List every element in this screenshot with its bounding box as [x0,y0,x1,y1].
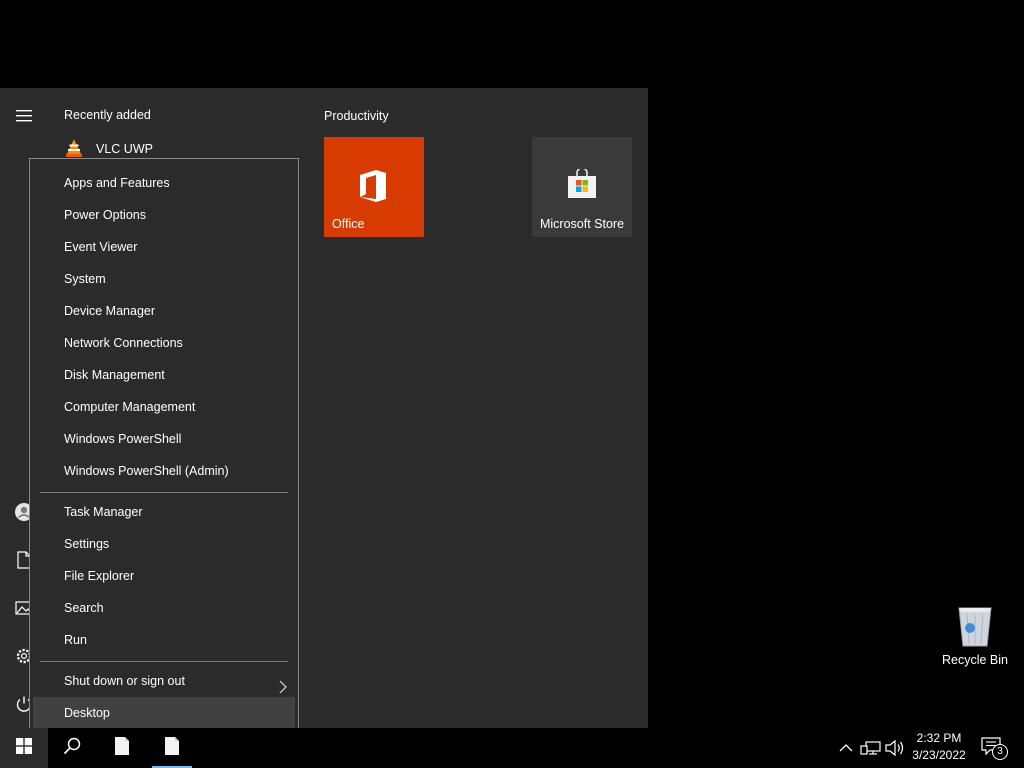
menu-item-search[interactable]: Search [33,592,295,624]
menu-item-desktop[interactable]: Desktop [33,697,295,729]
network-status[interactable] [860,738,882,758]
desktop-icon-label: Recycle Bin [942,653,1008,667]
menu-item-label: Shut down or sign out [64,674,185,688]
tile-label: Microsoft Store [539,217,625,231]
taskbar: 2:32 PM 3/23/2022 3 [0,728,1024,768]
document-icon [164,736,180,761]
menu-item-windows-powershell-admin[interactable]: Windows PowerShell (Admin) [33,455,295,487]
power-user-menu: Apps and Features Power Options Event Vi… [29,158,299,737]
menu-item-disk-management[interactable]: Disk Management [33,359,295,391]
menu-item-settings[interactable]: Settings [33,528,295,560]
windows-logo-icon [16,737,32,759]
notification-count-badge: 3 [992,744,1008,760]
microsoft-store-tile[interactable]: Microsoft Store [532,137,632,237]
menu-item-task-manager[interactable]: Task Manager [33,496,295,528]
menu-item-run[interactable]: Run [33,624,295,656]
menu-item-network-connections[interactable]: Network Connections [33,327,295,359]
network-icon [860,741,882,762]
clock-date: 3/23/2022 [912,748,966,762]
menu-item-apps-and-features[interactable]: Apps and Features [33,167,295,199]
volume-control[interactable] [884,738,906,758]
menu-item-power-options[interactable]: Power Options [33,199,295,231]
search-button[interactable] [48,728,96,768]
store-bag-icon [566,167,598,204]
search-icon [63,737,81,760]
menu-separator [40,492,288,493]
speaker-icon [884,739,906,762]
tile-label: Office [332,217,365,231]
menu-item-event-viewer[interactable]: Event Viewer [33,231,295,263]
menu-item-windows-powershell[interactable]: Windows PowerShell [33,423,295,455]
office-tile[interactable]: Office [324,137,424,237]
clock-time: 2:32 PM [916,731,962,745]
office-icon [358,169,388,208]
taskbar-app-button[interactable] [98,728,146,768]
menu-item-system[interactable]: System [33,263,295,295]
recently-added-header: Recently added [64,108,151,122]
hamburger-icon[interactable] [8,100,40,132]
system-clock[interactable]: 2:32 PM 3/23/2022 [906,730,972,766]
menu-item-file-explorer[interactable]: File Explorer [33,560,295,592]
start-button[interactable] [0,728,48,768]
chevron-up-icon [836,744,856,762]
menu-item-shut-down-or-sign-out[interactable]: Shut down or sign out [33,665,295,697]
recent-app-label: VLC UWP [96,142,153,156]
menu-item-device-manager[interactable]: Device Manager [33,295,295,327]
action-center-button[interactable]: 3 [980,736,1010,762]
taskbar-app-button[interactable] [148,728,196,768]
menu-item-computer-management[interactable]: Computer Management [33,391,295,423]
document-icon [114,736,130,761]
tile-group-header: Productivity [324,109,389,123]
show-hidden-icons-button[interactable] [836,738,856,758]
recycle-bin-icon [955,602,995,653]
recycle-bin-desktop-icon[interactable]: Recycle Bin [936,598,1014,672]
menu-separator [40,661,288,662]
